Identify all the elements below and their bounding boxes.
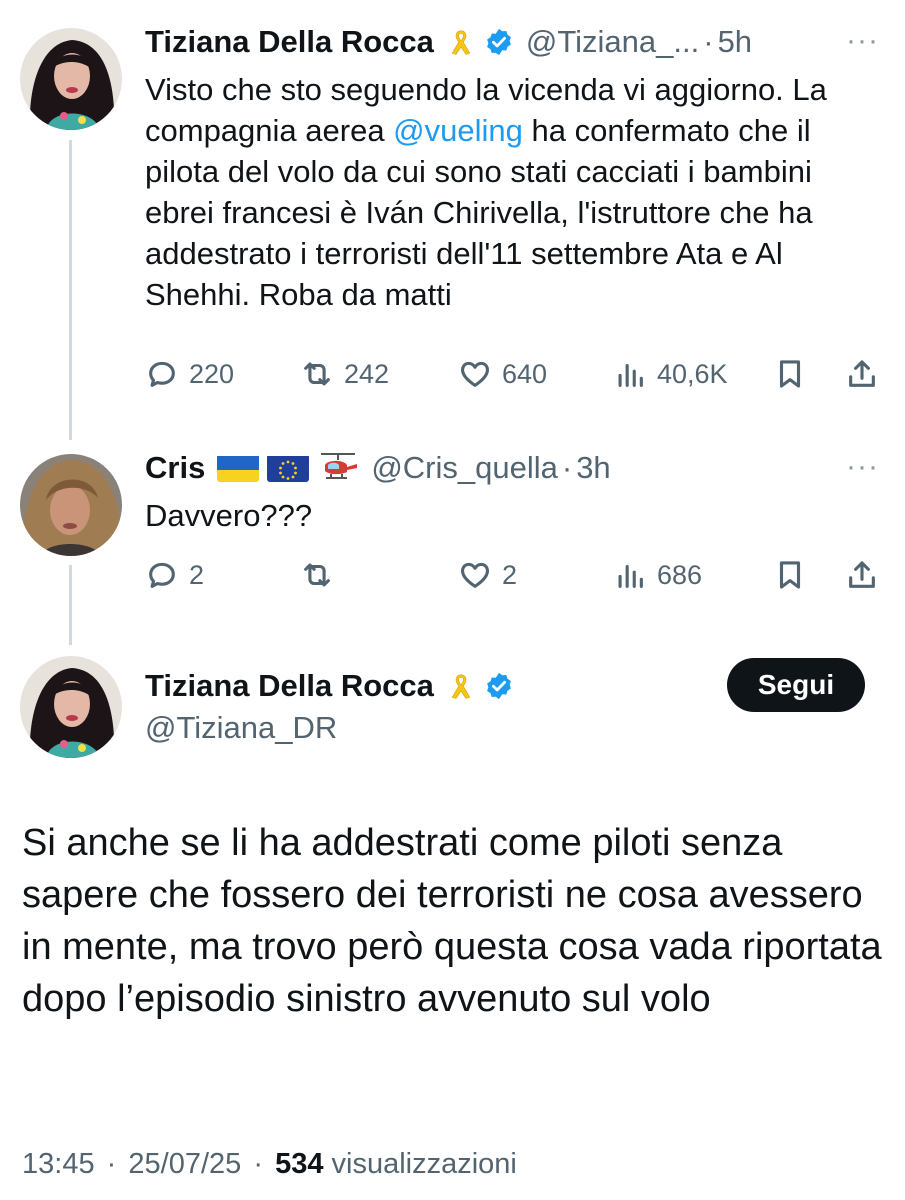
helicopter-icon <box>315 449 359 487</box>
ukraine-flag-icon <box>217 454 260 482</box>
thread-line <box>69 140 72 440</box>
more-icon[interactable]: ··· <box>846 450 879 484</box>
verified-badge-icon <box>484 671 514 701</box>
reply-icon <box>149 361 175 387</box>
thread-line <box>69 565 72 645</box>
tweet-time[interactable]: 3h <box>576 448 610 488</box>
tweet-text: Visto che sto seguendo la vicenda vi agg… <box>145 69 885 335</box>
reply-button[interactable]: 220 <box>145 349 234 399</box>
author-handle[interactable]: @Tiziana_DR <box>145 708 337 748</box>
main-tweet-handle-row: @Tiziana_DR <box>145 708 337 748</box>
yellow-ribbon-icon <box>446 669 476 703</box>
tweet-actions: 220 242 640 40,6K <box>145 349 885 399</box>
like-button[interactable]: 2 <box>458 550 517 600</box>
like-icon <box>461 562 489 588</box>
views-icon <box>618 363 643 387</box>
retweet-button[interactable] <box>300 550 344 600</box>
more-icon[interactable]: ··· <box>846 24 879 58</box>
retweet-button[interactable]: 242 <box>300 349 389 399</box>
views-count: 40,6K <box>657 358 728 389</box>
like-icon <box>461 361 489 387</box>
reply-button[interactable]: 2 <box>145 550 204 600</box>
tweet-time[interactable]: 13:45 <box>22 1148 95 1180</box>
avatar[interactable] <box>20 454 122 556</box>
separator: · <box>106 1148 117 1180</box>
bookmark-icon <box>779 360 801 388</box>
tweet-actions: 2 2 686 <box>145 550 885 600</box>
author-name[interactable]: Cris <box>145 448 205 488</box>
follow-button[interactable]: Segui <box>727 658 865 712</box>
avatar[interactable] <box>20 28 122 130</box>
verified-badge-icon <box>484 27 514 57</box>
author-name[interactable]: Tiziana Della Rocca <box>145 666 434 706</box>
tweet-header: Cris @Cris_quella · 3h <box>145 448 611 488</box>
bookmark-button[interactable] <box>773 550 807 600</box>
main-tweet-text: Si anche se li ha addestrati come piloti… <box>22 822 882 1020</box>
views-button[interactable]: 686 <box>613 550 702 600</box>
views-icon <box>618 564 643 588</box>
views-count: 686 <box>657 559 703 590</box>
share-icon <box>849 561 875 588</box>
share-button[interactable] <box>845 349 879 399</box>
retweet-icon <box>304 362 330 386</box>
avatar[interactable] <box>20 656 122 758</box>
separator: · <box>703 24 714 59</box>
tweet-header: Tiziana Della Rocca @Tiziana_... · 5h <box>145 22 752 62</box>
author-handle[interactable]: @Cris_quella <box>371 448 558 488</box>
share-button[interactable] <box>845 550 879 600</box>
reply-count: 220 <box>189 358 235 389</box>
bookmark-icon <box>779 561 801 589</box>
like-button[interactable]: 640 <box>458 349 547 399</box>
like-count: 2 <box>502 559 518 590</box>
eu-flag-icon <box>267 454 310 482</box>
share-icon <box>849 360 875 387</box>
separator: · <box>561 450 573 485</box>
author-name[interactable]: Tiziana Della Rocca <box>145 22 434 62</box>
views-label: visualizzazioni <box>331 1148 517 1180</box>
yellow-ribbon-icon <box>446 27 476 57</box>
like-count: 640 <box>502 358 548 389</box>
tweet-date[interactable]: 25/07/25 <box>128 1148 241 1180</box>
retweet-icon <box>304 563 330 587</box>
main-tweet-header: Tiziana Della Rocca <box>145 666 514 706</box>
tweet-time[interactable]: 5h <box>718 22 752 62</box>
reply-icon <box>149 562 175 588</box>
author-handle[interactable]: @Tiziana_... <box>526 22 699 62</box>
retweet-count: 242 <box>344 358 390 389</box>
reply-count: 2 <box>189 559 205 590</box>
separator: · <box>253 1148 263 1180</box>
views-count: 534 <box>275 1148 324 1180</box>
tweet-meta: 13:45 · 25/07/25 · 534 visualizzazioni <box>22 1144 517 1184</box>
mention-link[interactable]: @vueling <box>393 113 523 148</box>
tweet-text: Davvero??? <box>145 498 313 533</box>
views-button[interactable]: 40,6K <box>613 349 728 399</box>
bookmark-button[interactable] <box>773 349 807 399</box>
